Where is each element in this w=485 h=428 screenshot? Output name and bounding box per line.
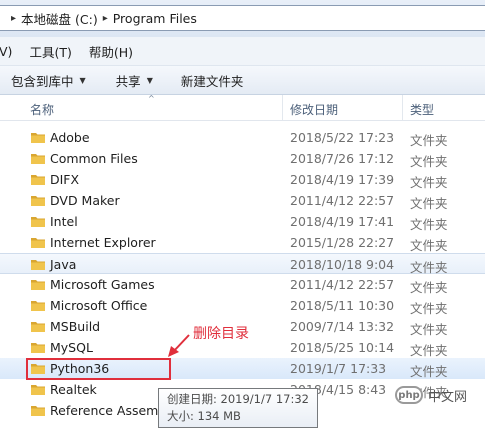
include-in-library-button[interactable]: 包含到库中 ▼	[11, 71, 86, 90]
menu-help[interactable]: 帮助(H)	[89, 42, 133, 61]
folder-tooltip: 创建日期: 2019/1/7 17:32 大小: 134 MB	[158, 388, 318, 428]
menu-bar: V) 工具(T) 帮助(H)	[0, 37, 485, 66]
folder-icon	[31, 322, 45, 332]
command-toolbar: 包含到库中 ▼ 共享 ▼ 新建文件夹	[0, 66, 485, 95]
folder-icon	[31, 238, 45, 248]
folder-type: 文件夹	[410, 217, 448, 232]
folder-type: 文件夹	[410, 280, 448, 295]
folder-name: MySQL	[50, 340, 93, 355]
folder-row[interactable]: Intel 2018/4/19 17:41 文件夹	[0, 211, 485, 232]
column-divider[interactable]	[402, 95, 403, 120]
address-bar[interactable]: ▸ 本地磁盘 (C:) ▸ Program Files	[0, 5, 485, 31]
folder-icon	[31, 301, 45, 311]
folder-type: 文件夹	[410, 364, 448, 379]
folder-icon	[31, 196, 45, 206]
folder-modified-date: 2018/4/19 17:39	[290, 172, 395, 187]
folder-type: 文件夹	[410, 322, 448, 337]
column-modified-header[interactable]: 修改日期	[290, 101, 338, 118]
annotation-label: 删除目录	[193, 326, 249, 342]
folder-icon	[31, 133, 45, 143]
sort-ascending-icon: ^	[148, 94, 155, 103]
chevron-down-icon: ▼	[79, 75, 86, 85]
column-header: ^ 名称 修改日期 类型	[0, 94, 485, 121]
highlight-box	[26, 358, 171, 380]
folder-modified-date: 2009/7/14 13:32	[290, 319, 395, 334]
folder-modified-date: 2018/7/26 17:12	[290, 151, 395, 166]
folder-name: Microsoft Office	[50, 298, 148, 313]
folder-name: Microsoft Games	[50, 277, 155, 292]
folder-name: Reference Assemb	[50, 403, 167, 418]
watermark-text: 中文网	[428, 389, 468, 405]
menu-tools[interactable]: 工具(T)	[29, 42, 71, 61]
folder-name: Intel	[50, 214, 78, 229]
breadcrumb-local-disk[interactable]: 本地磁盘 (C:)	[21, 9, 98, 28]
folder-type: 文件夹	[410, 196, 448, 211]
menu-view[interactable]: V)	[0, 44, 12, 59]
folder-row[interactable]: Common Files 2018/7/26 17:12 文件夹	[0, 148, 485, 169]
folder-name: MSBuild	[50, 319, 101, 334]
folder-name: DVD Maker	[50, 193, 120, 208]
share-button[interactable]: 共享 ▼	[116, 71, 153, 90]
folder-type: 文件夹	[410, 238, 448, 253]
annotation-arrow-icon	[168, 334, 190, 357]
folder-row[interactable]: Adobe 2018/5/22 17:23 文件夹	[0, 127, 485, 148]
folder-icon	[31, 154, 45, 164]
new-folder-button[interactable]: 新建文件夹	[181, 71, 244, 90]
php-logo: php	[395, 386, 423, 404]
folder-name: Adobe	[50, 130, 90, 145]
column-name-header[interactable]: 名称	[30, 101, 54, 118]
folder-name: Common Files	[50, 151, 138, 166]
share-label: 共享	[115, 73, 141, 89]
folder-name: Internet Explorer	[50, 235, 156, 250]
chevron-down-icon: ▼	[146, 75, 153, 85]
new-folder-label: 新建文件夹	[180, 73, 244, 89]
folder-icon	[31, 217, 45, 227]
folder-modified-date: 2018/4/19 17:41	[290, 214, 395, 229]
folder-icon	[31, 343, 45, 353]
folder-icon	[31, 260, 45, 270]
folder-modified-date: 2018/5/22 17:23	[290, 130, 395, 145]
column-type-header[interactable]: 类型	[410, 101, 434, 118]
folder-modified-date: 2011/4/12 22:57	[290, 193, 395, 208]
folder-type: 文件夹	[410, 154, 448, 169]
folder-name: Realtek	[50, 382, 97, 397]
breadcrumb-separator-icon[interactable]: ▸	[11, 13, 16, 24]
folder-icon	[31, 385, 45, 395]
folder-modified-date: 2018/5/25 10:14	[290, 340, 395, 355]
folder-row[interactable]: DVD Maker 2011/4/12 22:57 文件夹	[0, 190, 485, 211]
folder-icon	[31, 175, 45, 185]
folder-modified-date: 2019/1/7 17:33	[290, 361, 387, 376]
folder-row[interactable]: Microsoft Office 2018/5/11 10:30 文件夹	[0, 295, 485, 316]
watermark: php 中文网	[395, 383, 485, 407]
folder-type: 文件夹	[410, 175, 448, 190]
folder-row[interactable]: DIFX 2018/4/19 17:39 文件夹	[0, 169, 485, 190]
folder-name: Java	[50, 257, 77, 272]
tooltip-size: 大小: 134 MB	[167, 409, 241, 423]
folder-icon	[31, 406, 45, 416]
folder-modified-date: 2018/5/11 10:30	[290, 298, 395, 313]
folder-type: 文件夹	[410, 133, 448, 148]
folder-icon	[31, 280, 45, 290]
folder-type: 文件夹	[410, 343, 448, 358]
folder-row[interactable]: Internet Explorer 2015/1/28 22:27 文件夹	[0, 232, 485, 253]
tooltip-created: 创建日期: 2019/1/7 17:32	[167, 392, 309, 406]
include-in-library-label: 包含到库中	[11, 73, 74, 89]
address-bar-area: ▸ 本地磁盘 (C:) ▸ Program Files	[0, 0, 485, 37]
folder-row[interactable]: Java 2018/10/18 9:04 文件夹	[0, 253, 485, 275]
folder-name: DIFX	[50, 172, 80, 187]
breadcrumb-program-files[interactable]: Program Files	[113, 11, 197, 26]
folder-type: 文件夹	[410, 301, 448, 316]
folder-modified-date: 2011/4/12 22:57	[290, 277, 395, 292]
folder-modified-date: 2015/1/28 22:27	[290, 235, 395, 250]
folder-row[interactable]: Microsoft Games 2011/4/12 22:57 文件夹	[0, 274, 485, 295]
folder-modified-date: 2018/10/18 9:04	[290, 257, 395, 272]
breadcrumb-separator-icon[interactable]: ▸	[103, 13, 108, 24]
column-divider[interactable]	[282, 95, 283, 120]
